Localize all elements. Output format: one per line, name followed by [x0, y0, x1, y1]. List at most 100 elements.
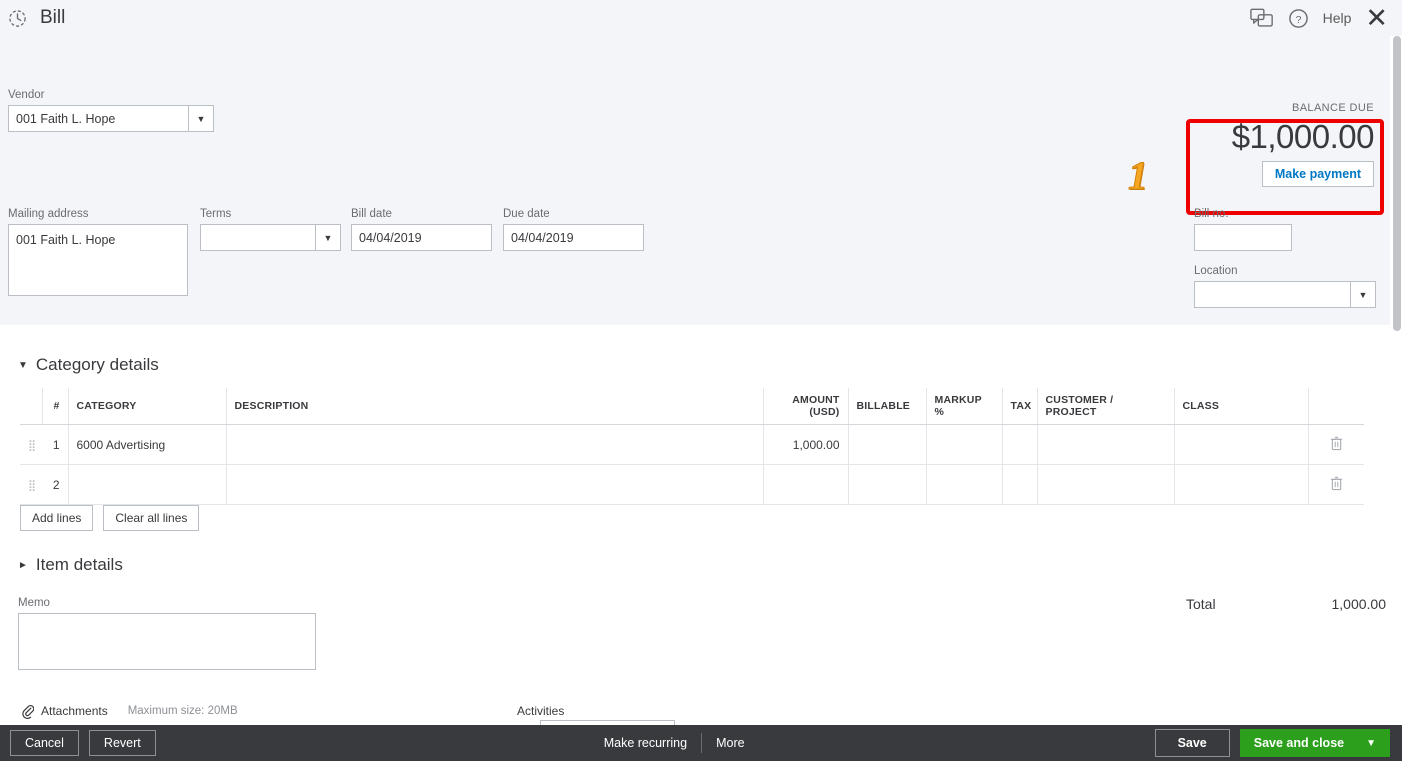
chevron-down-icon[interactable]: ▼ [1366, 738, 1376, 749]
total-row: Total 1,000.00 [1186, 596, 1386, 612]
col-markup: MARKUP % [926, 388, 1003, 425]
make-payment-button[interactable]: Make payment [1261, 161, 1374, 187]
triangle-right-icon: ► [18, 559, 28, 571]
row-class[interactable] [1174, 424, 1309, 465]
history-clock-icon[interactable] [0, 9, 34, 28]
make-recurring-button[interactable]: Make recurring [604, 736, 687, 750]
vendor-label: Vendor [8, 89, 45, 101]
balance-due-amount: $1,000.00 [1231, 118, 1375, 155]
row-amount[interactable]: 1,000.00 [763, 424, 849, 465]
col-drag [20, 388, 43, 425]
mailing-address-textarea[interactable]: 001 Faith L. Hope [8, 224, 188, 296]
attachments-max-size: Maximum size: 20MB [127, 705, 238, 717]
row-billable[interactable] [848, 424, 927, 465]
total-label: Total [1186, 596, 1216, 612]
question-circle-icon[interactable]: ? [1288, 8, 1309, 29]
footer-action-bar: Cancel Revert Make recurring More Save S… [0, 725, 1402, 761]
row-category[interactable]: 6000 Advertising [68, 424, 227, 465]
terms-group: Terms ▼ [200, 208, 341, 251]
bill-date-input[interactable]: 04/04/2019 [351, 224, 492, 251]
close-icon[interactable]: ✕ [1365, 4, 1388, 32]
more-button[interactable]: More [716, 736, 744, 750]
balance-due-group: $1,000.00 Make payment [1231, 118, 1375, 187]
row-category[interactable] [68, 464, 227, 505]
location-label: Location [1194, 265, 1238, 277]
col-category: CATEGORY [68, 388, 227, 425]
table-header-row: # CATEGORY DESCRIPTION AMOUNT (USD) BILL… [20, 388, 1364, 425]
col-description: DESCRIPTION [226, 388, 764, 425]
due-date-group: Due date 04/04/2019 [503, 208, 644, 251]
row-drag-handle[interactable]: ⣿ [20, 424, 42, 465]
save-and-close-button[interactable]: Save and close ▼ [1239, 729, 1390, 757]
row-number: 2 [42, 464, 69, 505]
bill-date-label: Bill date [351, 208, 392, 220]
vendor-field-group: Vendor 001 Faith L. Hope ▼ [8, 89, 214, 132]
bill-no-input[interactable] [1194, 224, 1292, 251]
category-details-section-toggle[interactable]: ▼ Category details [18, 355, 159, 375]
vendor-select[interactable]: 001 Faith L. Hope ▼ [8, 105, 214, 132]
cancel-button[interactable]: Cancel [10, 730, 79, 756]
category-details-table-wrap: # CATEGORY DESCRIPTION AMOUNT (USD) BILL… [20, 388, 1364, 505]
add-lines-button[interactable]: Add lines [20, 505, 94, 531]
terms-select[interactable]: ▼ [200, 224, 341, 251]
chevron-down-icon[interactable]: ▼ [188, 106, 213, 131]
revert-button[interactable]: Revert [88, 730, 156, 756]
col-number: # [42, 388, 69, 425]
divider [701, 733, 703, 753]
trash-icon [1330, 476, 1342, 490]
paperclip-icon [22, 705, 34, 719]
svg-text:?: ? [1295, 13, 1301, 25]
save-button[interactable]: Save [1154, 729, 1230, 757]
row-description[interactable] [226, 424, 764, 465]
row-billable[interactable] [848, 464, 927, 505]
annotation-step-number: 1 [1128, 153, 1149, 199]
col-class: CLASS [1174, 388, 1309, 425]
row-class[interactable] [1174, 464, 1309, 505]
table-row[interactable]: ⣿ 1 6000 Advertising 1,000.00 [20, 424, 1364, 465]
vendor-value: 001 Faith L. Hope [16, 111, 116, 126]
memo-textarea[interactable] [18, 613, 316, 670]
category-details-table: # CATEGORY DESCRIPTION AMOUNT (USD) BILL… [20, 388, 1364, 505]
activities-label: Activities [517, 704, 565, 718]
help-label[interactable]: Help [1323, 10, 1352, 26]
mailing-address-label: Mailing address [8, 208, 89, 220]
row-markup[interactable] [926, 464, 1003, 505]
col-billable: BILLABLE [848, 388, 927, 425]
window-header: Bill ? Help ✕ [0, 0, 1402, 36]
item-details-title: Item details [35, 555, 123, 574]
row-customer-project[interactable] [1037, 424, 1175, 465]
scrollbar-thumb[interactable] [1393, 36, 1401, 331]
clear-all-lines-button[interactable]: Clear all lines [103, 505, 200, 531]
row-amount[interactable] [763, 464, 849, 505]
row-tax[interactable] [1002, 464, 1038, 505]
row-drag-handle[interactable]: ⣿ [20, 464, 42, 505]
bill-date-group: Bill date 04/04/2019 [351, 208, 492, 251]
item-details-section-toggle[interactable]: ► Item details [18, 555, 123, 575]
attachments-label: Attachments [41, 704, 108, 718]
col-customer-project: CUSTOMER / PROJECT [1037, 388, 1175, 425]
mailing-address-group: Mailing address 001 Faith L. Hope [8, 208, 188, 296]
location-group: Location ▼ [1194, 265, 1376, 308]
vertical-scrollbar[interactable] [1390, 36, 1402, 723]
bill-form-window: Bill ? Help ✕ Vendor 001 Faith L. Hope ▼… [0, 0, 1402, 761]
row-tax[interactable] [1002, 424, 1038, 465]
attachments-area[interactable]: Attachments Maximum size: 20MB [22, 703, 238, 719]
triangle-down-icon: ▼ [18, 359, 28, 371]
delete-row-button[interactable] [1308, 424, 1364, 465]
chevron-down-icon[interactable]: ▼ [1350, 282, 1375, 307]
category-details-title: Category details [35, 355, 159, 374]
bill-no-label: Bill no. [1194, 208, 1229, 220]
location-select[interactable]: ▼ [1194, 281, 1376, 308]
terms-value [201, 225, 315, 250]
bill-details-body: ▼ Category details # CATEGORY DESCRIPTIO… [0, 325, 1390, 723]
memo-label: Memo [18, 597, 50, 609]
chevron-down-icon[interactable]: ▼ [315, 225, 340, 250]
table-row[interactable]: ⣿ 2 [20, 464, 1364, 505]
chat-bubbles-icon[interactable] [1249, 8, 1274, 29]
due-date-input[interactable]: 04/04/2019 [503, 224, 644, 251]
row-customer-project[interactable] [1037, 464, 1175, 505]
row-description[interactable] [226, 464, 764, 505]
due-date-label: Due date [503, 208, 550, 220]
delete-row-button[interactable] [1308, 464, 1364, 505]
row-markup[interactable] [926, 424, 1003, 465]
